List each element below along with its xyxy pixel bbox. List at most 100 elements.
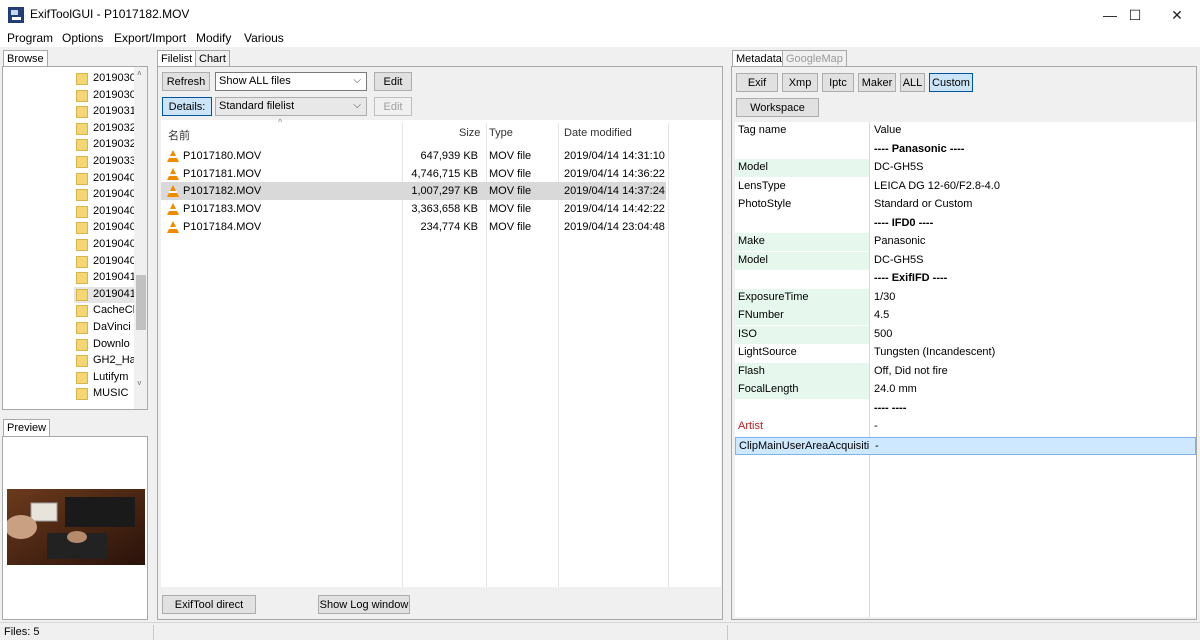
workspace-button[interactable]: Workspace: [736, 98, 819, 117]
folder-item[interactable]: CacheCl: [74, 303, 134, 319]
menu-modify[interactable]: Modify: [196, 31, 231, 45]
tree-scroll-thumb[interactable]: [136, 275, 146, 330]
metadata-row[interactable]: Artist -: [735, 418, 1196, 436]
column-date-modified[interactable]: Date modified: [564, 127, 632, 139]
folder-item[interactable]: 2019040: [74, 237, 134, 253]
metadata-row[interactable]: ---- ExifIFD ----: [735, 270, 1196, 288]
metadata-tag-name: Artist: [738, 420, 764, 432]
filter-exif-button[interactable]: Exif: [736, 73, 778, 92]
folder-item[interactable]: Downlo: [74, 337, 134, 353]
folder-label: 2019031: [93, 105, 134, 118]
status-divider: [727, 625, 728, 640]
column-size[interactable]: Size: [459, 127, 480, 139]
sort-arrow-icon: ^: [278, 117, 283, 127]
file-row[interactable]: P1017181.MOV 4,746,715 KB MOV file 2019/04/…: [161, 165, 666, 183]
scroll-down-icon[interactable]: ˅: [137, 379, 142, 388]
metadata-row[interactable]: ---- Panasonic ----: [735, 141, 1196, 159]
file-row[interactable]: P1017184.MOV 234,774 KB MOV file 2019/04/14…: [161, 218, 666, 236]
metadata-row[interactable]: Flash Off, Did not fire: [735, 362, 1196, 381]
folder-item[interactable]: 2019040: [74, 204, 134, 220]
refresh-button[interactable]: Refresh: [162, 72, 210, 91]
folder-item[interactable]: 2019040: [74, 254, 134, 270]
metadata-row[interactable]: ExposureTime 1/30: [735, 288, 1196, 307]
folder-icon: [76, 172, 88, 185]
metadata-row[interactable]: ---- IFD0 ----: [735, 215, 1196, 233]
folder-tree[interactable]: 2019030 2019030 2019031 2019032 2019032 20190…: [2, 66, 148, 410]
tab-chart[interactable]: Chart: [195, 50, 230, 67]
maximize-button[interactable]: ☐: [1112, 0, 1158, 30]
metadata-row[interactable]: ---- ----: [735, 400, 1196, 418]
metadata-row[interactable]: FNumber 4.5: [735, 307, 1196, 325]
file-type: MOV file: [489, 150, 532, 162]
metadata-row[interactable]: ISO 500: [735, 325, 1196, 344]
metadata-header: Tag name Value: [735, 122, 1196, 140]
folder-label: 2019040: [93, 204, 134, 217]
tab-preview[interactable]: Preview: [3, 419, 51, 436]
metadata-row[interactable]: LensType LEICA DG 12-60/F2.8-4.0: [735, 178, 1196, 196]
metadata-value: ---- ----: [874, 401, 907, 414]
folder-item[interactable]: 2019041: [74, 270, 134, 286]
scroll-up-icon[interactable]: ˄: [137, 69, 142, 78]
metadata-row[interactable]: PhotoStyle Standard or Custom: [735, 196, 1196, 214]
file-size: 4,746,715 KB: [411, 167, 478, 180]
details-button[interactable]: Details:: [162, 97, 212, 116]
exiftool-direct-button[interactable]: ExifTool direct: [162, 595, 256, 614]
folder-item[interactable]: 2019033: [74, 154, 134, 170]
show-log-button[interactable]: Show Log window: [318, 595, 410, 614]
filter-iptc-button[interactable]: Iptc: [822, 73, 854, 92]
folder-item[interactable]: MUSIC: [74, 386, 134, 402]
folder-item[interactable]: 2019040: [74, 187, 134, 203]
folder-item[interactable]: Lutifym: [74, 370, 134, 386]
edit-filter-button[interactable]: Edit: [374, 72, 412, 91]
metadata-row[interactable]: ClipMainUserAreaAcquisiti -: [735, 436, 1196, 455]
menu-export-import[interactable]: Export/Import: [114, 31, 186, 45]
menu-program[interactable]: Program: [7, 31, 53, 45]
folder-item[interactable]: DaVinci: [74, 320, 134, 336]
folder-item[interactable]: 2019031: [74, 104, 134, 120]
folder-item[interactable]: 2019040: [74, 171, 134, 187]
file-filter-dropdown[interactable]: Show ALL files ⌵: [215, 72, 367, 91]
metadata-row[interactable]: FocalLength 24.0 mm: [735, 381, 1196, 399]
app-icon: [8, 7, 24, 23]
window-title: ExifToolGUI - P1017182.MOV: [30, 7, 190, 21]
folder-item[interactable]: GH2_Ha: [74, 353, 134, 369]
file-size: 3,363,658 KB: [411, 203, 478, 216]
tab-filelist[interactable]: Filelist: [157, 50, 197, 67]
filter-xmp-button[interactable]: Xmp: [782, 73, 818, 92]
folder-item[interactable]: 2019030: [74, 71, 134, 87]
menu-various[interactable]: Various: [244, 31, 284, 45]
tab-browse[interactable]: Browse: [3, 50, 48, 67]
filter-all-button[interactable]: ALL: [900, 73, 925, 92]
folder-item[interactable]: 2019041: [74, 286, 134, 303]
folder-item[interactable]: 2019032: [74, 137, 134, 153]
metadata-tag-name: Model: [735, 159, 869, 177]
folder-item[interactable]: 2019040: [74, 220, 134, 236]
file-list[interactable]: ^ 名前 Size Type Date modified P1017180.MO…: [161, 117, 721, 587]
metadata-row[interactable]: LightSource Tungsten (Incandescent): [735, 344, 1196, 362]
folder-item[interactable]: 2019030: [74, 88, 134, 104]
folder-icon: [76, 388, 88, 401]
filter-maker-button[interactable]: Maker: [858, 73, 896, 92]
chevron-down-icon: ⌵: [353, 75, 361, 86]
tab-metadata[interactable]: Metadata: [732, 50, 786, 67]
tree-scrollbar[interactable]: ˄ ˅: [134, 67, 147, 409]
view-mode-dropdown[interactable]: Standard filelist ⌵: [215, 97, 367, 116]
file-name: P1017183.MOV: [183, 203, 262, 216]
metadata-row[interactable]: Make Panasonic: [735, 233, 1196, 251]
menu-options[interactable]: Options: [62, 31, 103, 45]
column-type[interactable]: Type: [489, 127, 513, 139]
column-name[interactable]: 名前: [168, 127, 190, 143]
folder-item[interactable]: 2019032: [74, 121, 134, 137]
file-row[interactable]: P1017182.MOV 1,007,297 KB MOV file 2019/04/…: [161, 182, 666, 201]
filter-custom-button[interactable]: Custom: [929, 73, 973, 92]
file-row[interactable]: P1017183.MOV 3,363,658 KB MOV file 2019/04/…: [161, 200, 666, 218]
metadata-row[interactable]: Model DC-GH5S: [735, 251, 1196, 270]
close-button[interactable]: ✕: [1154, 0, 1200, 30]
metadata-tag-name: FNumber: [735, 307, 869, 325]
tab-googlemap[interactable]: GoogleMap: [782, 50, 847, 67]
file-row[interactable]: P1017180.MOV 647,939 KB MOV file 2019/04/14…: [161, 147, 666, 165]
metadata-row[interactable]: Model DC-GH5S: [735, 159, 1196, 177]
metadata-value: 1/30: [874, 290, 896, 303]
vlc-cone-icon: [167, 203, 179, 216]
metadata-grid[interactable]: Tag name Value ---- Panasonic ---- Model D…: [735, 122, 1196, 617]
